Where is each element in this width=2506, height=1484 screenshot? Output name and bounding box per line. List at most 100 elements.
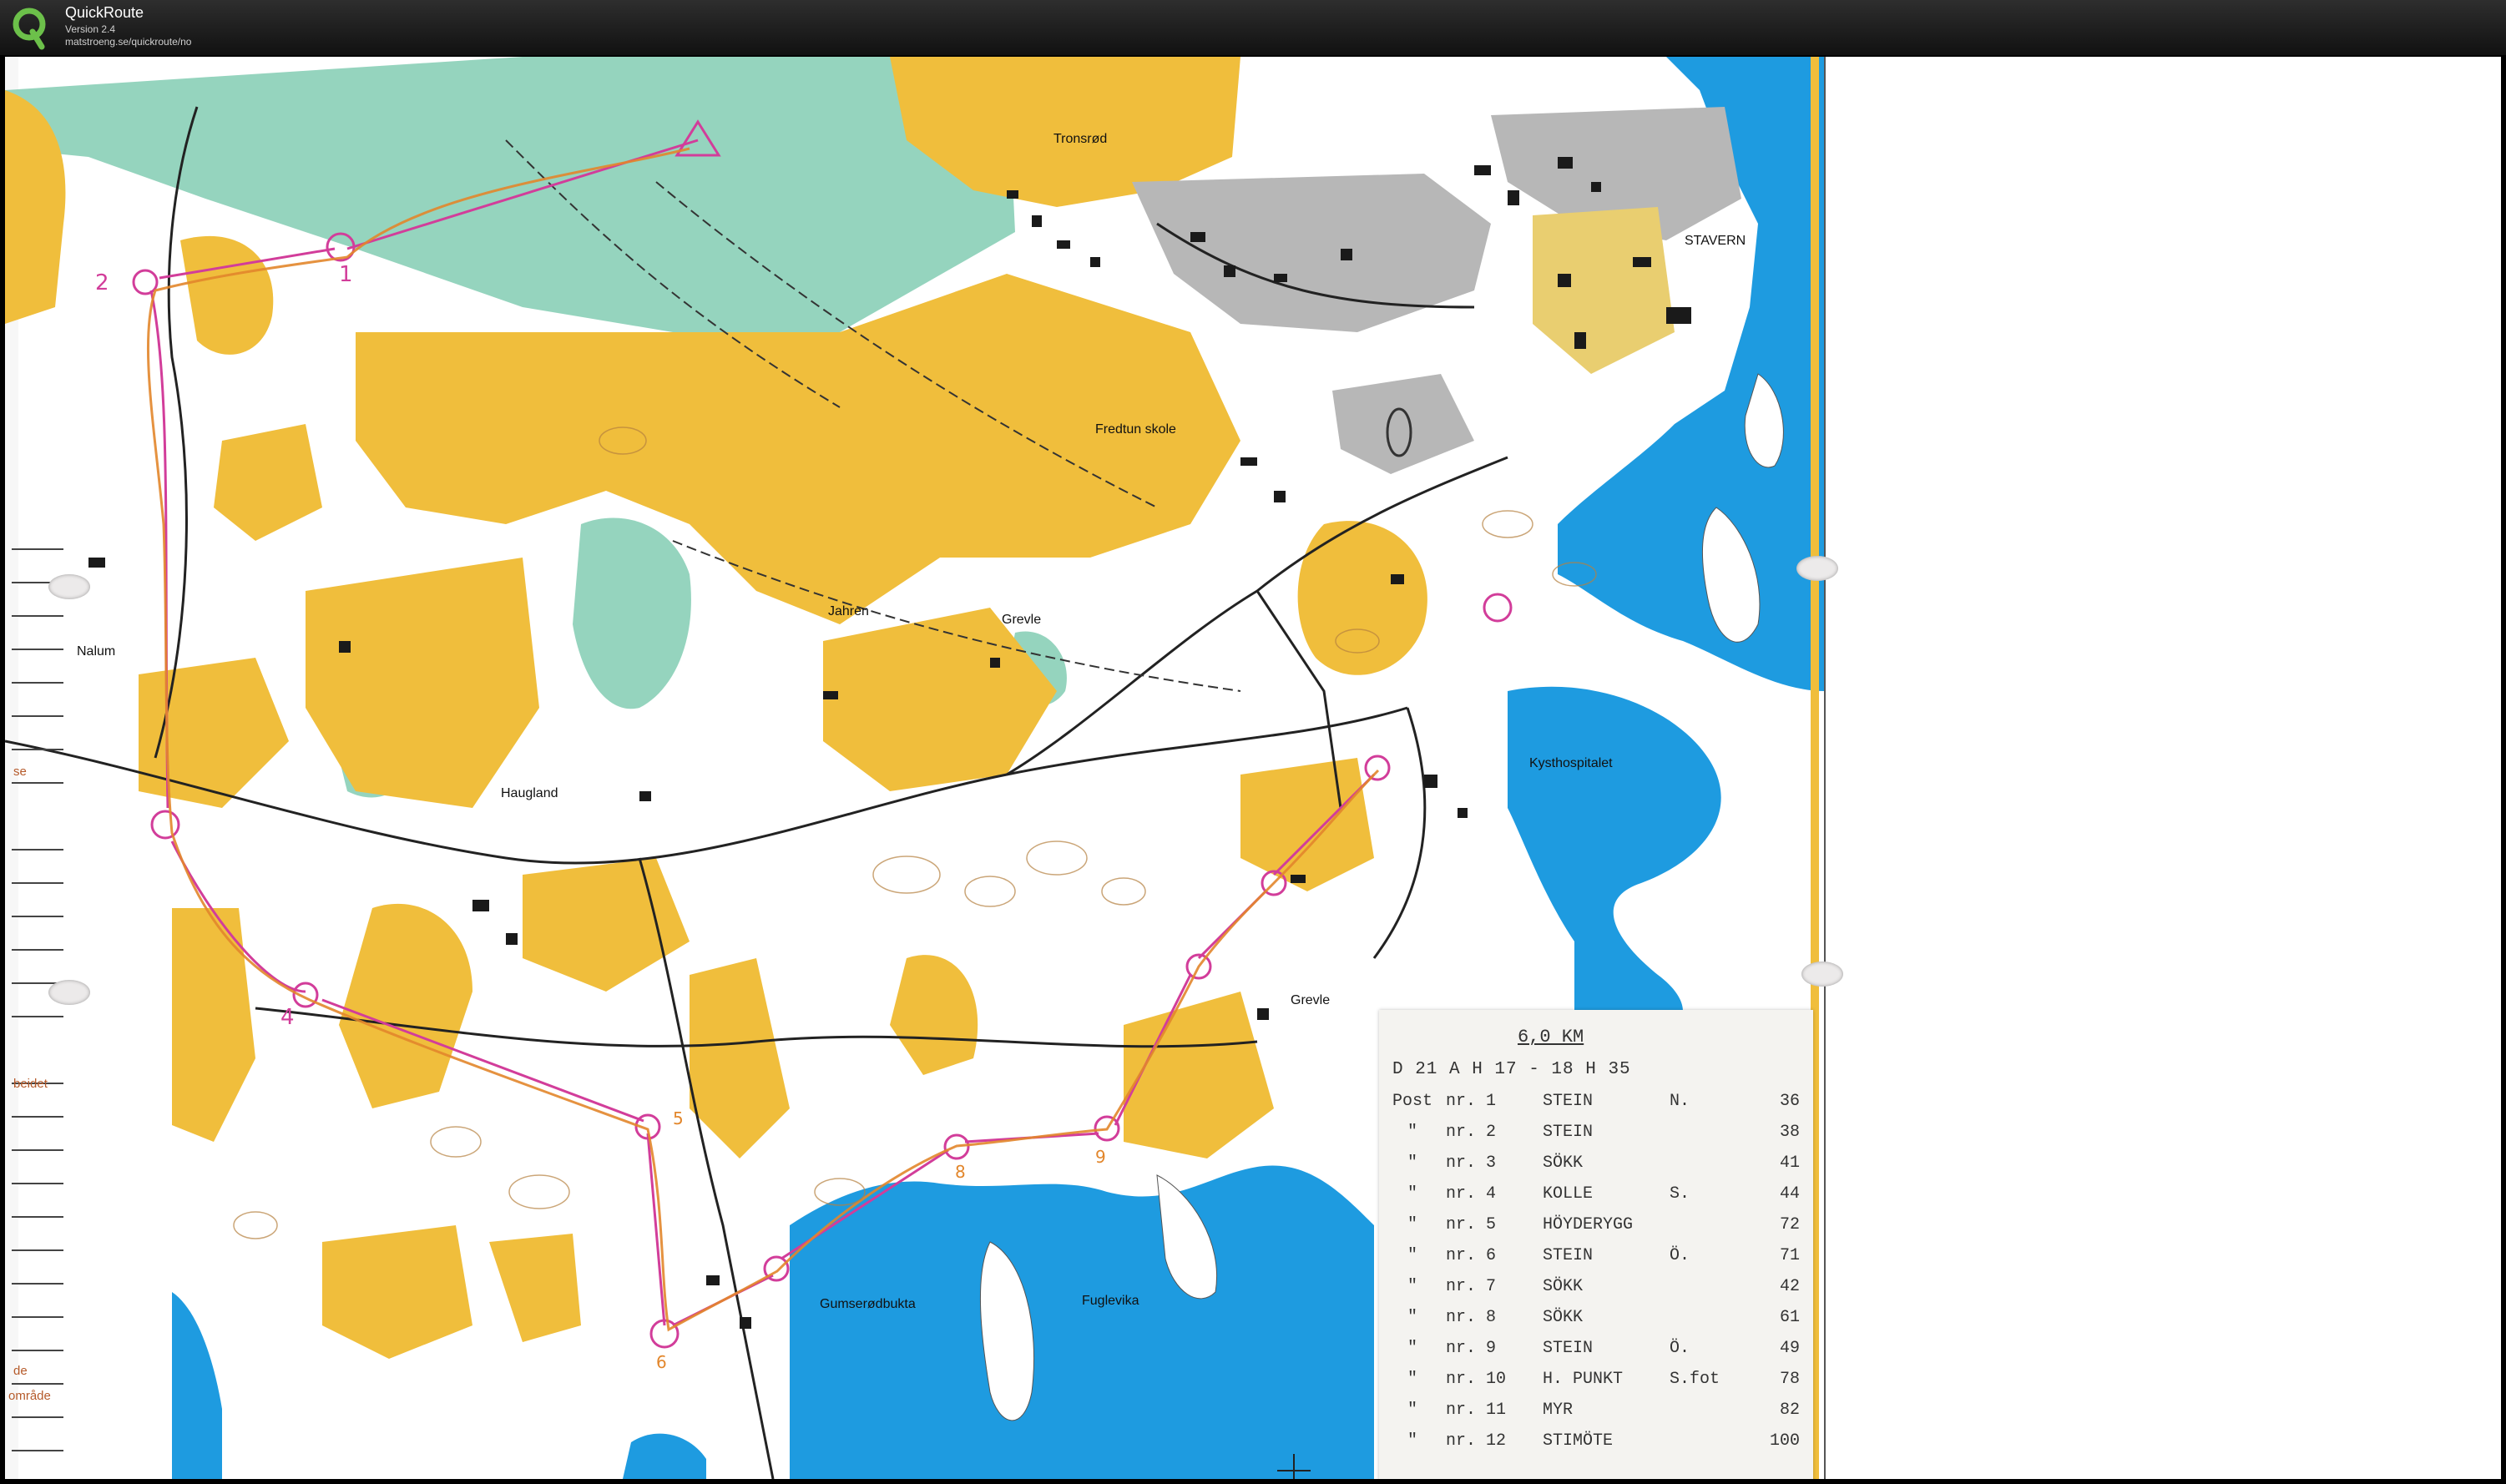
legend-fragment: beidet: [13, 1077, 48, 1091]
control-nr: nr. 2: [1446, 1123, 1497, 1142]
row-prefix: ": [1407, 1308, 1418, 1327]
control-row: " nr. 7 SÖKK 42: [1379, 1277, 1813, 1308]
row-prefix: ": [1407, 1370, 1418, 1389]
control-position: N.: [1670, 1092, 1690, 1111]
control-position: Ö.: [1670, 1339, 1690, 1358]
control-feature: STEIN: [1543, 1339, 1594, 1358]
control-code: 44: [1779, 1184, 1800, 1204]
control-row: " nr. 6 STEIN Ö. 71: [1379, 1246, 1813, 1277]
row-prefix: ": [1407, 1431, 1418, 1451]
legend-fragment: de: [13, 1364, 28, 1378]
control-code: 61: [1779, 1308, 1800, 1327]
binder-hole: [1801, 962, 1843, 987]
course-distance: 6,0 KM: [1518, 1027, 1584, 1047]
control-nr: nr. 3: [1446, 1153, 1497, 1173]
app-url: matstroeng.se/quickroute/no: [65, 36, 192, 48]
course-classes: D 21 A H 17 - 18 H 35: [1392, 1060, 1631, 1079]
control-row: " nr. 2 STEIN 38: [1379, 1123, 1813, 1153]
control-row: " nr. 12 STIMÖTE 100: [1379, 1431, 1813, 1462]
control-code: 36: [1779, 1092, 1800, 1111]
control-number: 5: [673, 1108, 684, 1128]
row-prefix: ": [1407, 1246, 1418, 1265]
row-prefix: ": [1407, 1339, 1418, 1358]
place-label: Grevle: [1291, 993, 1331, 1007]
control-code: 71: [1779, 1246, 1800, 1265]
row-prefix: ": [1407, 1153, 1418, 1173]
place-label: Fredtun skole: [1095, 422, 1176, 437]
control-number: 4: [280, 1005, 295, 1030]
control-code: 72: [1779, 1215, 1800, 1234]
control-feature: KOLLE: [1543, 1184, 1594, 1204]
place-label: Fuglevika: [1082, 1294, 1139, 1308]
place-label: Jahren: [828, 604, 869, 618]
control-number: 1: [339, 262, 353, 287]
place-label: Grevle: [1002, 613, 1042, 627]
quickroute-logo-icon: [13, 8, 46, 50]
row-prefix: Post: [1392, 1092, 1433, 1111]
control-position: Ö.: [1670, 1246, 1690, 1265]
row-prefix: ": [1407, 1123, 1418, 1142]
control-nr: nr. 9: [1446, 1339, 1497, 1358]
binder-hole: [48, 980, 90, 1005]
map-viewport[interactable]: Tronsrød STAVERN Fredtun skole Nalum Jah…: [5, 57, 2501, 1479]
control-nr: nr. 10: [1446, 1370, 1507, 1389]
control-code: 49: [1779, 1339, 1800, 1358]
control-code: 100: [1769, 1431, 1800, 1451]
control-number: 6: [656, 1352, 667, 1372]
legend-fragment: område: [8, 1389, 51, 1403]
crosshair-icon: [1277, 1454, 1311, 1479]
control-feature: SÖKK: [1543, 1153, 1584, 1173]
control-code: 41: [1779, 1153, 1800, 1173]
control-code: 38: [1779, 1123, 1800, 1142]
binder-hole: [48, 574, 90, 599]
control-number: 2: [95, 270, 109, 295]
control-feature: STIMÖTE: [1543, 1431, 1614, 1451]
control-nr: nr. 4: [1446, 1184, 1497, 1204]
place-label: Nalum: [77, 644, 116, 659]
row-prefix: ": [1407, 1215, 1418, 1234]
row-prefix: ": [1407, 1401, 1418, 1420]
control-number: 9: [1095, 1147, 1106, 1167]
control-feature: STEIN: [1543, 1246, 1594, 1265]
control-feature: SÖKK: [1543, 1308, 1584, 1327]
control-code: 78: [1779, 1370, 1800, 1389]
app-version: Version 2.4: [65, 23, 116, 35]
control-row: Post nr. 1 STEIN N. 36: [1379, 1092, 1813, 1123]
place-label: Kysthospitalet: [1529, 756, 1613, 770]
control-nr: nr. 5: [1446, 1215, 1497, 1234]
control-row: " nr. 8 SÖKK 61: [1379, 1308, 1813, 1339]
control-number: 8: [955, 1162, 966, 1182]
place-label: Haugland: [501, 786, 558, 800]
control-row: " nr. 11 MYR 82: [1379, 1401, 1813, 1431]
row-prefix: ": [1407, 1184, 1418, 1204]
control-feature: STEIN: [1543, 1123, 1594, 1142]
control-row: " nr. 3 SÖKK 41: [1379, 1153, 1813, 1184]
row-prefix: ": [1407, 1277, 1418, 1296]
control-description-sheet: 6,0 KM D 21 A H 17 - 18 H 35 Post nr. 1 …: [1379, 1010, 1813, 1479]
control-nr: nr. 1: [1446, 1092, 1497, 1111]
control-feature: MYR: [1543, 1401, 1574, 1420]
control-code: 82: [1779, 1401, 1800, 1420]
control-feature: HÖYDERYGG: [1543, 1215, 1634, 1234]
control-row: " nr. 5 HÖYDERYGG 72: [1379, 1215, 1813, 1246]
title-bar: QuickRoute Version 2.4 matstroeng.se/qui…: [0, 0, 2506, 57]
control-row: " nr. 10 H. PUNKT S.fot 78: [1379, 1370, 1813, 1401]
control-nr: nr. 11: [1446, 1401, 1507, 1420]
binder-hole: [1796, 556, 1838, 581]
control-nr: nr. 12: [1446, 1431, 1507, 1451]
control-row: " nr. 4 KOLLE S. 44: [1379, 1184, 1813, 1215]
control-nr: nr. 8: [1446, 1308, 1497, 1327]
control-code: 42: [1779, 1277, 1800, 1296]
orienteering-map[interactable]: [5, 57, 2501, 1479]
control-feature: SÖKK: [1543, 1277, 1584, 1296]
control-feature: H. PUNKT: [1543, 1370, 1624, 1389]
place-label: STAVERN: [1685, 234, 1746, 248]
place-label: Tronsrød: [1053, 132, 1108, 146]
place-label: Gumserødbukta: [820, 1297, 916, 1311]
control-position: S.fot: [1670, 1370, 1720, 1389]
control-row: " nr. 9 STEIN Ö. 49: [1379, 1339, 1813, 1370]
control-feature: STEIN: [1543, 1092, 1594, 1111]
control-nr: nr. 7: [1446, 1277, 1497, 1296]
control-nr: nr. 6: [1446, 1246, 1497, 1265]
app-title: QuickRoute: [65, 4, 144, 21]
